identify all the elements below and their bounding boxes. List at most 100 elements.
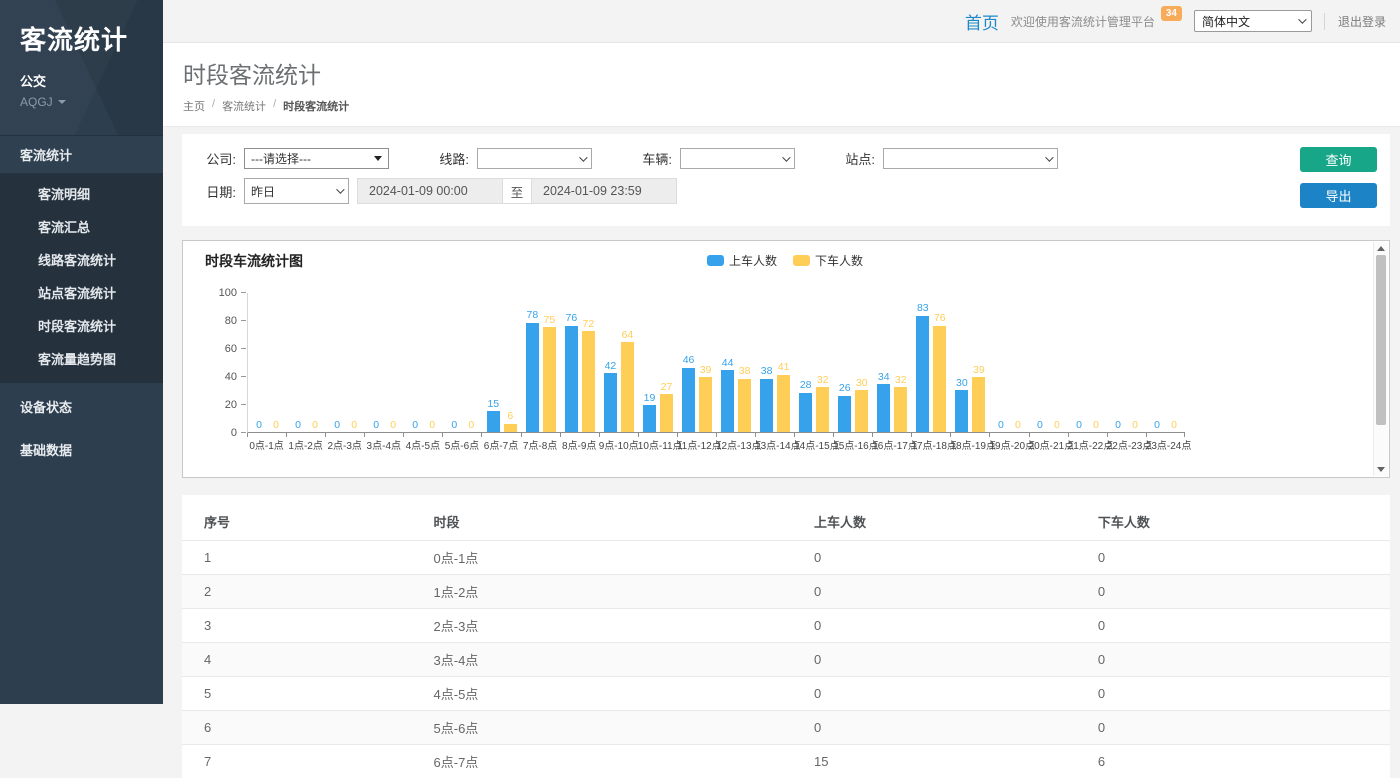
bar-column: 76	[564, 292, 579, 432]
scrollbar-thumb[interactable]	[1376, 255, 1386, 425]
bar-column: 78	[525, 292, 540, 432]
sidebar-subitem[interactable]: 客流量趋势图	[0, 342, 163, 375]
scroll-down-icon[interactable]	[1377, 467, 1385, 472]
bar[interactable]	[816, 387, 829, 432]
chevron-down-icon	[58, 100, 66, 104]
company-select[interactable]: ---请选择---	[244, 148, 389, 169]
sidebar-item-base-data[interactable]: 基础数据	[0, 430, 163, 469]
chart-title: 时段车流统计图	[205, 253, 303, 269]
bar[interactable]	[760, 379, 773, 432]
bar[interactable]	[682, 368, 695, 432]
logout-link[interactable]: 退出登录	[1324, 13, 1386, 30]
vehicle-select[interactable]	[680, 148, 795, 169]
bar-value-label: 28	[800, 380, 812, 391]
bar-column: 0	[1032, 292, 1047, 432]
bar[interactable]	[487, 411, 500, 432]
bar-value-label: 32	[895, 375, 907, 386]
date-start-input[interactable]: 2024-01-09 00:00	[357, 178, 503, 204]
bar-column: 6	[503, 292, 518, 432]
bar[interactable]	[972, 377, 985, 432]
bar-value-label: 0	[429, 420, 435, 431]
plot-area: 0000000000001567875767242641927463944383…	[247, 293, 1185, 452]
bar-group: 00	[1068, 292, 1107, 432]
date-end-input[interactable]: 2024-01-09 23:59	[531, 178, 677, 204]
bar[interactable]	[838, 396, 851, 432]
bar-value-label: 0	[1154, 420, 1160, 431]
notification-badge[interactable]: 34	[1161, 6, 1182, 21]
search-button[interactable]: 查询	[1300, 147, 1377, 172]
bar[interactable]	[738, 379, 751, 432]
table-cell: 0	[792, 643, 1076, 677]
bar[interactable]	[565, 326, 578, 432]
user-menu[interactable]: AQGJ	[20, 95, 163, 109]
table-cell: 4点-5点	[412, 677, 793, 711]
org-name: 公交	[20, 71, 163, 90]
date-preset-select[interactable]: 昨日	[244, 178, 349, 204]
bar-column: 34	[876, 292, 891, 432]
welcome-text: 欢迎使用客流统计管理平台	[1011, 13, 1155, 30]
bar[interactable]	[799, 393, 812, 432]
bar-group: 34 32	[873, 292, 912, 432]
bar[interactable]	[604, 373, 617, 432]
x-tick-label: 2点-3点	[325, 433, 364, 452]
bar[interactable]	[777, 375, 790, 432]
sidebar-item-device-status[interactable]: 设备状态	[0, 387, 163, 426]
scrollbar-track[interactable]	[1374, 255, 1388, 467]
bar[interactable]	[721, 370, 734, 432]
y-tick-mark	[241, 320, 246, 321]
y-axis: 020406080100	[205, 293, 247, 433]
bar[interactable]	[877, 384, 890, 432]
station-select[interactable]	[883, 148, 1058, 169]
breadcrumb-item[interactable]: 主页	[183, 98, 205, 114]
bar-value-label: 0	[998, 420, 1004, 431]
chart-scrollbar[interactable]	[1373, 242, 1388, 476]
sidebar-subitem[interactable]: 线路客流统计	[0, 243, 163, 276]
export-button[interactable]: 导出	[1300, 183, 1377, 208]
bar-group: 00	[990, 292, 1029, 432]
bar[interactable]	[660, 394, 673, 432]
language-select[interactable]: 简体中文	[1194, 10, 1312, 32]
line-select[interactable]	[477, 148, 592, 169]
sidebar-item-passenger-stats[interactable]: 客流统计	[0, 135, 163, 173]
bar-value-label: 0	[1076, 420, 1082, 431]
bar-column: 41	[776, 292, 791, 432]
table-cell: 1点-2点	[412, 575, 793, 609]
bar[interactable]	[894, 387, 907, 432]
bar[interactable]	[955, 390, 968, 432]
home-link[interactable]: 首页	[965, 9, 999, 34]
bar[interactable]	[621, 342, 634, 432]
scroll-up-icon[interactable]	[1377, 246, 1385, 251]
breadcrumb-separator: /	[212, 98, 215, 114]
bar[interactable]	[543, 327, 556, 432]
table-cell: 0	[792, 677, 1076, 711]
bar[interactable]	[855, 390, 868, 432]
x-tick-label: 19点-20点	[989, 433, 1028, 452]
bar[interactable]	[504, 424, 517, 432]
y-tick-label: 100	[219, 287, 237, 299]
bar-value-label: 19	[644, 393, 656, 404]
filter-panel: 公司: ---请选择--- 线路: 车辆: 站点:	[182, 134, 1390, 226]
sidebar-subitem[interactable]: 站点客流统计	[0, 276, 163, 309]
sidebar-subitem[interactable]: 客流明细	[0, 177, 163, 210]
bar[interactable]	[933, 326, 946, 432]
table-cell: 0	[1076, 677, 1390, 711]
bar-column: 32	[815, 292, 830, 432]
legend-item-alighting[interactable]: 下车人数	[793, 252, 863, 269]
bar[interactable]	[916, 316, 929, 432]
sidebar-subitem[interactable]: 时段客流统计	[0, 309, 163, 342]
bar[interactable]	[526, 323, 539, 432]
bar-column: 0	[993, 292, 1008, 432]
sidebar-subitem[interactable]: 客流汇总	[0, 210, 163, 243]
bar-column: 83	[915, 292, 930, 432]
bar-value-label: 72	[583, 319, 595, 330]
bar[interactable]	[582, 331, 595, 432]
legend-item-boarding[interactable]: 上车人数	[707, 252, 777, 269]
bar[interactable]	[699, 377, 712, 432]
bar-column: 0	[347, 292, 362, 432]
y-tick-label: 60	[225, 343, 237, 355]
breadcrumb-item[interactable]: 客流统计	[222, 98, 266, 114]
bar-column: 0	[369, 292, 384, 432]
bar-column: 27	[659, 292, 674, 432]
bar[interactable]	[643, 405, 656, 432]
bar-value-label: 0	[295, 420, 301, 431]
